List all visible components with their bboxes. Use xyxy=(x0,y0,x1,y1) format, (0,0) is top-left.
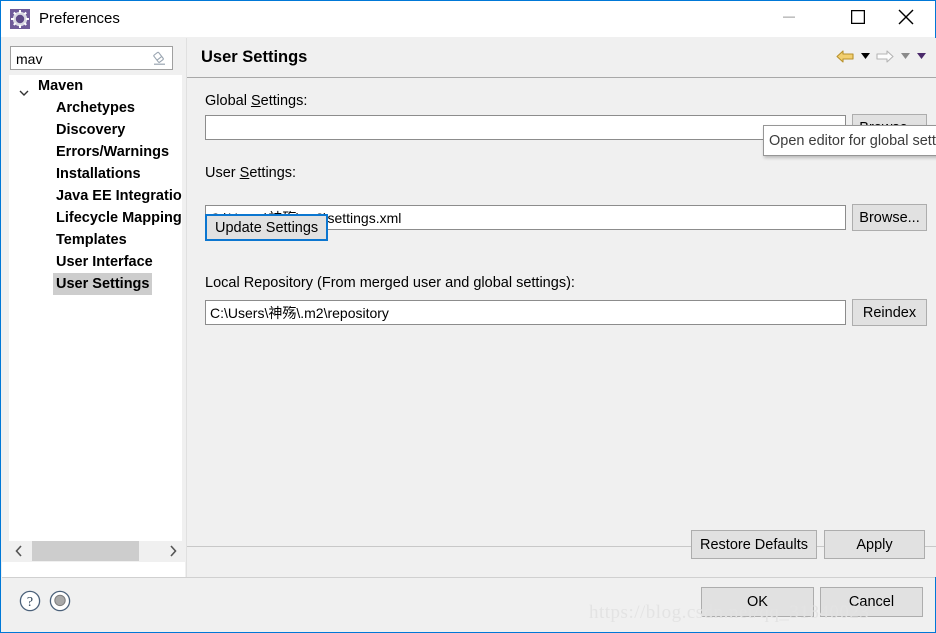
tree-item-label: Discovery xyxy=(56,122,126,138)
local-repository-input[interactable] xyxy=(205,300,846,325)
tree-item-label: Archetypes xyxy=(56,100,135,116)
tree-item-lifecycle-mapping[interactable]: Lifecycle Mapping xyxy=(9,207,182,229)
chevron-down-icon[interactable] xyxy=(19,82,29,96)
preferences-tree[interactable]: Maven Archetypes Discovery Errors/Warnin… xyxy=(9,75,182,541)
preferences-dialog: Preferences mav Maven Archetypes Discove… xyxy=(0,0,936,633)
scrollbar-thumb[interactable] xyxy=(32,541,139,561)
minimize-icon[interactable] xyxy=(766,1,812,32)
chevron-down-icon xyxy=(898,47,912,65)
tree-item-label: Java EE Integration xyxy=(56,188,182,204)
tree-item-label: Lifecycle Mapping xyxy=(56,210,182,226)
apply-and-close-icon[interactable] xyxy=(49,590,71,612)
page-title: User Settings xyxy=(201,48,308,66)
watermark-text: https://blog.csdn.net/qq_31840023 xyxy=(589,602,870,623)
update-settings-button[interactable]: Update Settings xyxy=(205,214,329,241)
global-settings-label-text: Global Settings: xyxy=(205,93,308,109)
tree-item-label: Templates xyxy=(56,232,127,248)
help-question-icon[interactable]: ? xyxy=(19,590,41,612)
tree-item-label: User Settings xyxy=(53,273,153,295)
tree-item-installations[interactable]: Installations xyxy=(9,163,182,185)
restore-defaults-button[interactable]: Restore Defaults xyxy=(691,530,817,559)
panel-nav-icons xyxy=(834,47,928,65)
tree-item-user-interface[interactable]: User Interface xyxy=(9,251,182,273)
eraser-clear-icon[interactable] xyxy=(152,51,167,66)
global-settings-input[interactable] xyxy=(205,115,846,140)
forward-arrow-icon xyxy=(874,47,896,65)
tree-item-label: User Interface xyxy=(56,254,153,270)
tree-horizontal-scrollbar[interactable] xyxy=(9,541,182,561)
reindex-button[interactable]: Reindex xyxy=(852,299,927,326)
chevron-down-icon[interactable] xyxy=(914,47,928,65)
window-titlebar: Preferences xyxy=(1,1,935,37)
user-settings-browse-button[interactable]: Browse... xyxy=(852,204,927,231)
chevron-down-icon[interactable] xyxy=(858,47,872,65)
tooltip-global-settings-editor: Open editor for global settings xyxy=(763,125,936,156)
apply-button[interactable]: Apply xyxy=(824,530,925,559)
settings-panel: User Settings Global Settings: User Sett… xyxy=(186,38,936,577)
tree-item-label: Errors/Warnings xyxy=(56,144,170,160)
window-title: Preferences xyxy=(39,10,120,27)
back-arrow-icon[interactable] xyxy=(834,47,856,65)
sidebar-bottom-fill xyxy=(2,562,185,577)
filter-textbox[interactable] xyxy=(10,46,173,70)
tree-item-java-ee-integration[interactable]: Java EE Integration xyxy=(9,185,182,207)
tree-item-errors-warnings[interactable]: Errors/Warnings xyxy=(9,141,182,163)
svg-text:?: ? xyxy=(27,595,33,610)
chevron-left-icon[interactable] xyxy=(9,541,28,561)
tree-item-maven[interactable]: Maven xyxy=(9,75,182,97)
chevron-right-icon[interactable] xyxy=(163,541,182,561)
tree-item-archetypes[interactable]: Archetypes xyxy=(9,97,182,119)
local-repository-label: Local Repository (From merged user and g… xyxy=(205,275,575,291)
close-icon[interactable] xyxy=(883,1,929,32)
panel-header-divider xyxy=(187,77,936,78)
tree-item-templates[interactable]: Templates xyxy=(9,229,182,251)
tree-item-label: Maven xyxy=(38,78,84,94)
preferences-gear-icon xyxy=(10,9,30,29)
panel-header: User Settings xyxy=(187,38,936,77)
tree-item-discovery[interactable]: Discovery xyxy=(9,119,182,141)
tree-item-label: Installations xyxy=(56,166,141,182)
search-input[interactable] xyxy=(16,49,144,69)
user-settings-label-text: User Settings: xyxy=(205,165,297,181)
global-settings-label: Global Settings: xyxy=(205,93,307,109)
maximize-icon[interactable] xyxy=(835,1,881,32)
user-settings-label: User Settings: xyxy=(205,165,296,181)
tree-item-user-settings[interactable]: User Settings xyxy=(9,273,182,295)
